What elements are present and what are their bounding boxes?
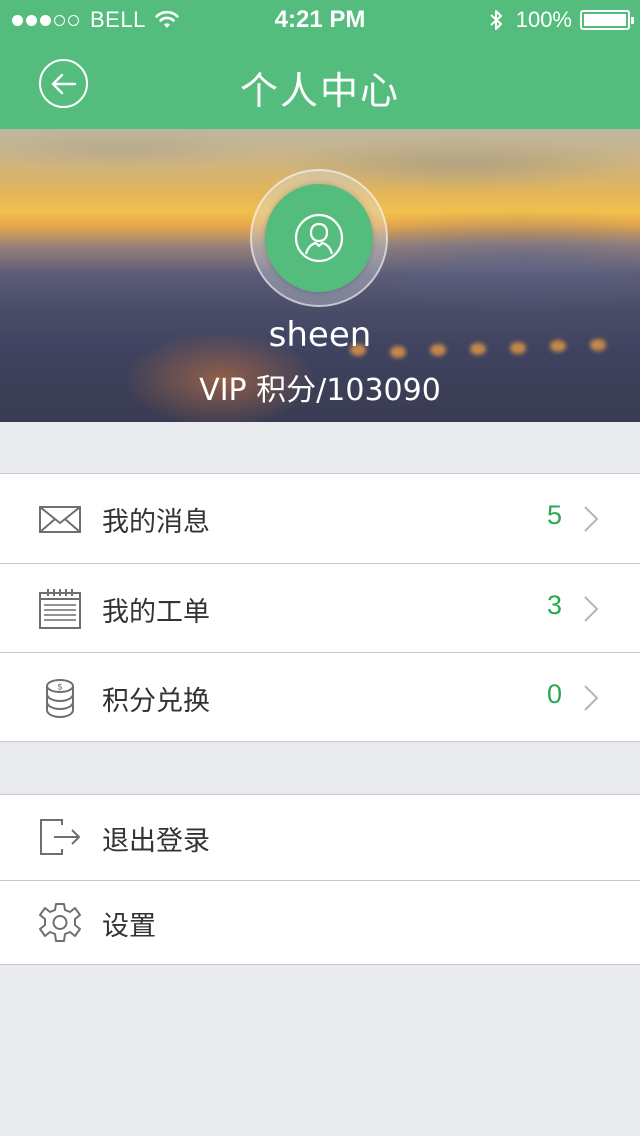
gear-icon xyxy=(39,903,81,942)
status-right: 100% xyxy=(488,7,634,33)
envelope-icon xyxy=(39,506,81,533)
profile-header: sheen VIP 积分/103090 xyxy=(0,129,640,422)
coins-icon: $ xyxy=(46,679,74,719)
bluetooth-icon xyxy=(490,10,502,30)
page-title: 个人中心 xyxy=(239,69,400,113)
user-icon xyxy=(294,213,344,263)
calendar-icon xyxy=(39,589,81,629)
menu-item-work-orders[interactable]: 我的工单 3 xyxy=(0,563,640,652)
battery-icon xyxy=(580,10,634,30)
menu-item-label: 我的工单 xyxy=(102,597,210,628)
signal-dot xyxy=(68,14,79,26)
menu-item-label: 积分兑换 xyxy=(102,686,210,717)
chevron-right-icon xyxy=(584,506,599,532)
logout-icon xyxy=(40,819,80,855)
chevron-right-icon xyxy=(584,685,599,711)
signal-strength-icon xyxy=(12,14,82,26)
wifi-icon xyxy=(155,10,179,28)
menu-item-logout[interactable]: 退出登录 xyxy=(0,795,640,880)
menu-group-secondary: 退出登录 设置 xyxy=(0,794,640,965)
username: sheen xyxy=(268,315,372,355)
status-left: BELL xyxy=(12,7,180,33)
menu-group-primary: 我的消息 5 我的工单 3 $ 积分兑换 0 xyxy=(0,473,640,742)
avatar-ring[interactable] xyxy=(250,169,388,307)
battery-percent: 100% xyxy=(515,7,572,32)
menu-item-label: 退出登录 xyxy=(102,826,210,857)
signal-dot xyxy=(40,14,51,26)
avatar xyxy=(265,184,373,292)
nav-bar: 个人中心 xyxy=(0,40,640,129)
signal-dot xyxy=(54,14,65,26)
battery-level xyxy=(584,14,626,26)
count-badge: 3 xyxy=(546,590,562,620)
count-badge: 0 xyxy=(546,679,562,709)
menu-item-messages[interactable]: 我的消息 5 xyxy=(0,474,640,563)
chevron-right-icon xyxy=(584,596,599,622)
battery-tip xyxy=(631,17,634,24)
carrier-name: BELL xyxy=(90,7,146,32)
svg-text:$: $ xyxy=(57,683,63,693)
status-bar: BELL 4:21 PM 100% xyxy=(0,0,640,40)
signal-dot xyxy=(12,14,23,26)
count-badge: 5 xyxy=(546,500,562,530)
menu-item-label: 设置 xyxy=(102,911,156,942)
menu-item-points-exchange[interactable]: $ 积分兑换 0 xyxy=(0,652,640,741)
signal-dot xyxy=(26,14,37,26)
menu-item-settings[interactable]: 设置 xyxy=(0,880,640,964)
vip-points: VIP 积分/103090 xyxy=(199,373,441,408)
menu-item-label: 我的消息 xyxy=(102,507,210,538)
